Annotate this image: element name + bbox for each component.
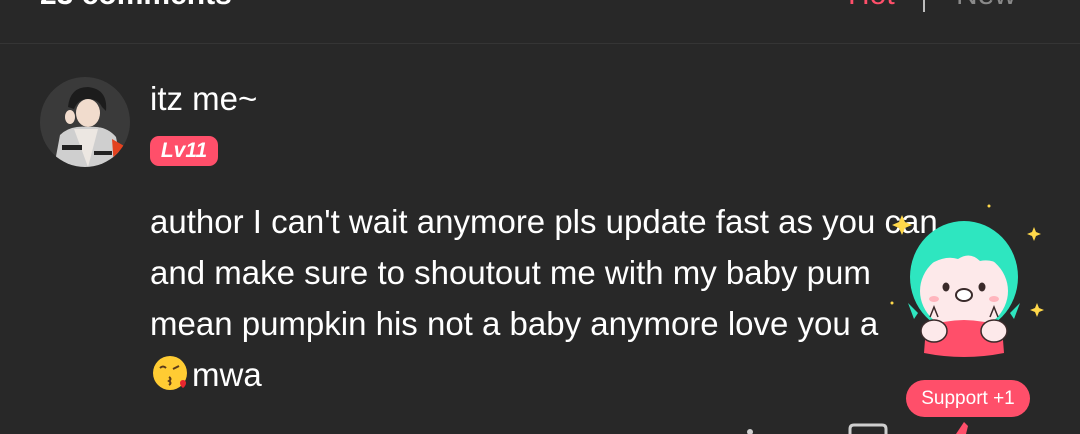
comment-last-text: mwa [192, 356, 262, 393]
like-icon[interactable] [946, 420, 978, 434]
comments-header: 23 comments Hot New [0, 0, 1080, 44]
kissing-face-emoji-icon [150, 353, 190, 407]
support-button[interactable]: Support +1 [906, 380, 1030, 417]
reply-icon[interactable] [846, 422, 890, 434]
sort-hot-tab[interactable]: Hot [848, 0, 895, 12]
user-avatar[interactable] [40, 77, 130, 167]
more-options-icon[interactable] [738, 424, 762, 434]
sort-divider [923, 0, 925, 12]
avatar-illustration-icon [40, 77, 130, 167]
support-mascot-icon[interactable] [880, 195, 1060, 365]
comment-screen: 23 comments Hot New itz me~ Lv11 [0, 0, 1080, 434]
sort-new-tab[interactable]: New [956, 0, 1016, 12]
username[interactable]: itz me~ [150, 80, 257, 118]
comment-count: 23 comments [40, 0, 232, 12]
level-badge: Lv11 [150, 136, 218, 166]
